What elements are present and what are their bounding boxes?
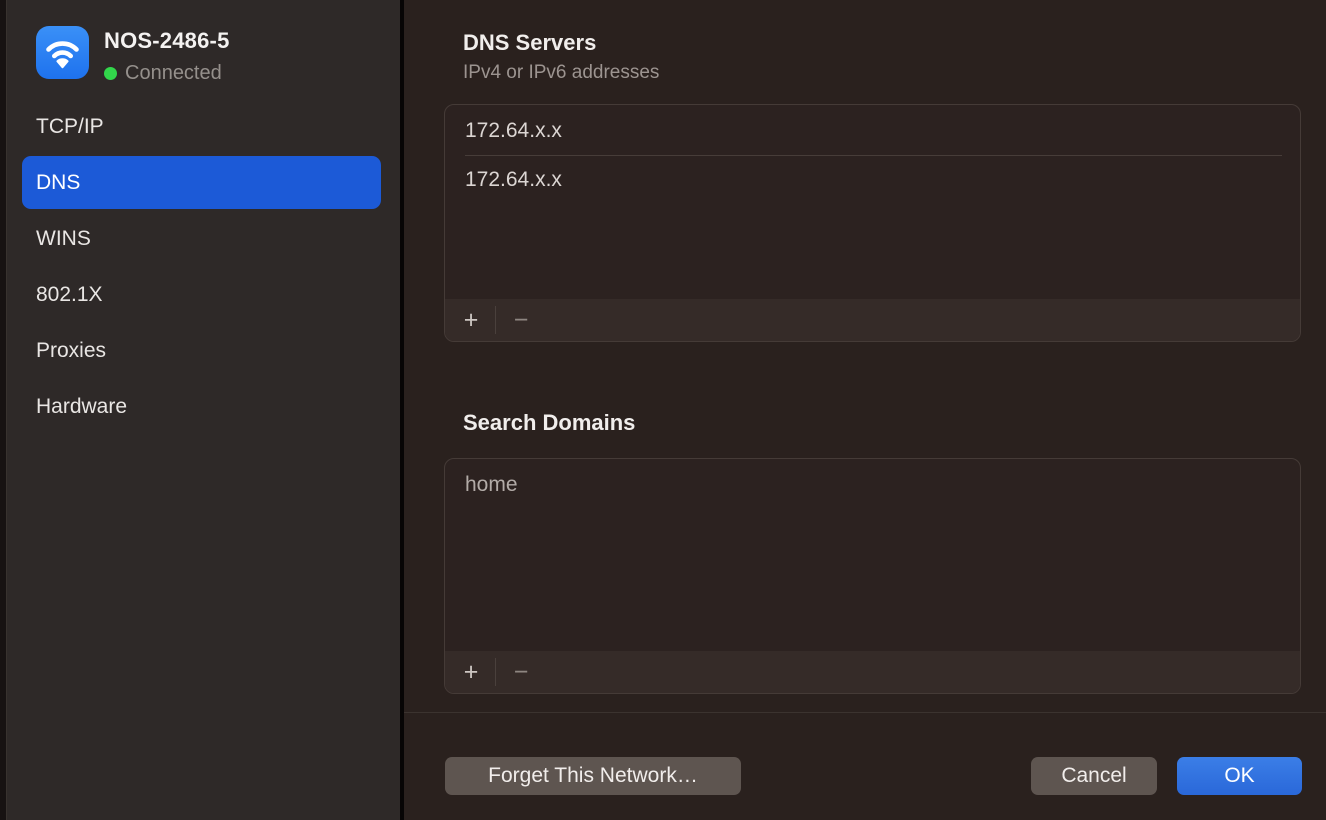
dns-server-entry[interactable]: 172.64.x.x: [445, 107, 1300, 155]
remove-search-domain-button[interactable]: −: [502, 655, 540, 689]
search-domains-title: Search Domains: [463, 410, 635, 436]
add-dns-server-button[interactable]: +: [453, 303, 489, 337]
network-details-window: NOS-2486-5 Connected TCP/IP DNS WINS 802…: [0, 0, 1326, 820]
network-name: NOS-2486-5: [104, 28, 230, 54]
search-domains-entries: home: [445, 459, 1300, 651]
network-header: NOS-2486-5 Connected: [36, 26, 230, 85]
sidebar-item-hardware[interactable]: Hardware: [22, 380, 381, 433]
search-domains-list: home + −: [444, 458, 1301, 694]
dns-server-entry[interactable]: 172.64.x.x: [445, 156, 1300, 204]
action-bar-divider: [404, 712, 1326, 713]
sidebar: NOS-2486-5 Connected TCP/IP DNS WINS 802…: [0, 0, 404, 820]
wifi-icon: [36, 26, 89, 79]
content-pane: DNS Servers IPv4 or IPv6 addresses 172.6…: [404, 0, 1326, 820]
sidebar-item-proxies[interactable]: Proxies: [22, 324, 381, 377]
ok-button[interactable]: OK: [1177, 757, 1302, 795]
toolbar-divider: [495, 658, 496, 686]
remove-dns-server-button[interactable]: −: [502, 303, 540, 337]
network-status: Connected: [104, 62, 230, 85]
search-domains-toolbar: + −: [445, 651, 1300, 693]
dns-servers-toolbar: + −: [445, 299, 1300, 341]
sidebar-item-wins[interactable]: WINS: [22, 212, 381, 265]
dns-servers-subtitle: IPv4 or IPv6 addresses: [463, 62, 659, 84]
connection-status-label: Connected: [125, 62, 222, 85]
network-meta: NOS-2486-5 Connected: [104, 26, 230, 85]
dns-servers-entries: 172.64.x.x 172.64.x.x: [445, 105, 1300, 299]
sidebar-item-8021x[interactable]: 802.1X: [22, 268, 381, 321]
dns-servers-title: DNS Servers: [463, 30, 596, 56]
forget-network-button[interactable]: Forget This Network…: [445, 757, 741, 795]
add-search-domain-button[interactable]: +: [453, 655, 489, 689]
cancel-button[interactable]: Cancel: [1031, 757, 1157, 795]
dns-servers-list: 172.64.x.x 172.64.x.x + −: [444, 104, 1301, 342]
sidebar-item-dns[interactable]: DNS: [22, 156, 381, 209]
sidebar-item-tcpip[interactable]: TCP/IP: [22, 100, 381, 153]
settings-nav: TCP/IP DNS WINS 802.1X Proxies Hardware: [0, 100, 400, 436]
search-domain-entry[interactable]: home: [445, 461, 1300, 509]
toolbar-divider: [495, 306, 496, 334]
connected-status-dot: [104, 67, 117, 80]
